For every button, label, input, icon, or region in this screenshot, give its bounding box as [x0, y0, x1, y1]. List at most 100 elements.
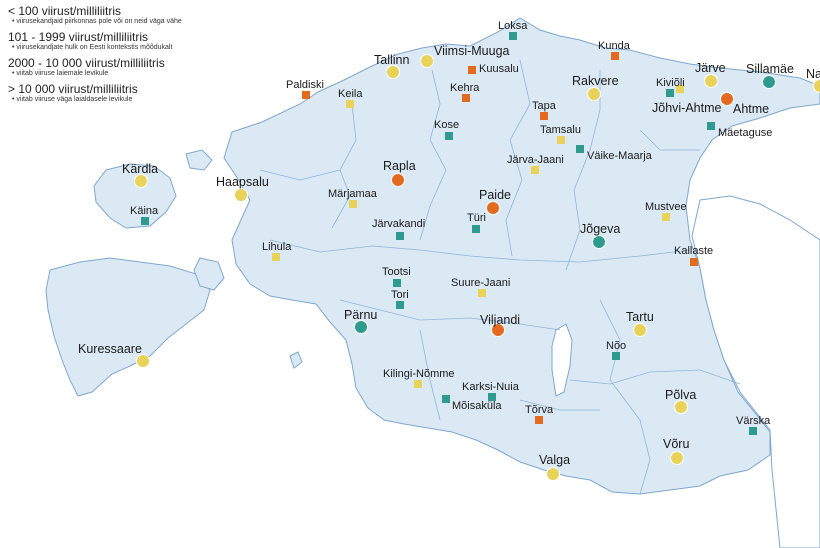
marker-m-etaguse [707, 122, 715, 130]
place-label-m-rjamaa: Märjamaa [328, 188, 377, 200]
place-label-tallinn: Tallinn [374, 53, 410, 67]
place-label-kallaste: Kallaste [674, 245, 714, 257]
legend: < 100 viirust/milliliitris viirusekandja… [0, 0, 196, 150]
place-label-kehra: Kehra [450, 82, 480, 94]
marker-kuusalu [468, 66, 476, 74]
marker-paide [486, 201, 500, 215]
legend-title: < 100 viirust/milliliitris [8, 4, 122, 18]
legend-title: > 10 000 viirust/milliliitris [8, 82, 138, 96]
place-label-valga: Valga [539, 453, 571, 467]
marker-haapsalu [234, 188, 248, 202]
place-label-karksi-nuia: Karksi-Nuia [462, 381, 519, 393]
marker-loksa [509, 32, 517, 40]
marker-kilingi-n-mme [414, 380, 422, 388]
marker-ahtme [720, 92, 734, 106]
place-label-tapa: Tapa [532, 100, 556, 112]
marker-tamsalu [557, 136, 565, 144]
marker-v-ike-maarja [576, 145, 584, 153]
marker-kivi-li [666, 89, 674, 97]
marker-rakvere [587, 87, 601, 101]
marker-kehra [462, 94, 470, 102]
marker-viimsi-muuga [420, 54, 434, 68]
place-label-viimsi-muuga: Viimsi-Muuga [434, 44, 510, 58]
marker-m-rjamaa [349, 200, 357, 208]
place-label-m-etaguse: Mäetaguse [718, 127, 773, 139]
place-label-kuusalu: Kuusalu [479, 63, 519, 75]
place-label-tartu: Tartu [626, 310, 654, 324]
place-label-p-lva: Põlva [665, 388, 697, 402]
marker-kose [445, 132, 453, 140]
place-label-viljandi: Viljandi [480, 313, 521, 327]
marker-j-geva [592, 235, 606, 249]
place-label-kilingi-n-mme: Kilingi-Nõmme [383, 368, 455, 380]
marker-v-rska [749, 427, 757, 435]
marker-t-rva [535, 416, 543, 424]
place-label-v-rska: Värska [736, 415, 771, 427]
legend-description: viirusekandjate hulk on Eesti kontekstis… [8, 44, 188, 52]
legend-entry-low: < 100 viirust/milliliitris viirusekandja… [8, 4, 188, 26]
place-label-haapsalu: Haapsalu [216, 175, 269, 189]
place-label-tori: Tori [391, 289, 409, 301]
place-label-p-rnu: Pärnu [344, 308, 378, 322]
marker-lihula [272, 253, 280, 261]
place-label-t-ri: Türi [467, 212, 486, 224]
marker-m-isak-la [442, 395, 450, 403]
legend-entry-wide: 2000 - 10 000 viirust/milliliitris viita… [8, 56, 188, 78]
marker-tallinn [386, 65, 400, 79]
marker-tapa [540, 112, 548, 120]
marker-rapla [391, 173, 405, 187]
place-label-k-ina: Käina [130, 205, 159, 217]
marker-p-rnu [354, 320, 368, 334]
vormsi-shape [185, 149, 213, 171]
place-label-n-o: Nõo [606, 340, 627, 352]
marker-paldiski [302, 91, 310, 99]
marker-kuressaare [136, 354, 150, 368]
marker-tori [396, 301, 404, 309]
marker-tootsi [393, 279, 401, 287]
marker-k-ina [141, 217, 149, 225]
legend-description: viirusekandjaid piirkonnas pole või on n… [8, 18, 188, 26]
place-label-k-rdla: Kärdla [122, 162, 159, 176]
place-label-j-rvakandi: Järvakandi [372, 218, 426, 230]
marker-valga [546, 467, 560, 481]
place-label-j-rva-jaani: Järva-Jaani [507, 154, 564, 166]
place-label-v-ru: Võru [663, 437, 690, 451]
place-label-loksa: Loksa [498, 20, 528, 32]
place-label-tootsi: Tootsi [382, 266, 411, 278]
marker-suure-jaani [478, 289, 486, 297]
place-label-keila: Keila [338, 88, 363, 100]
place-label-m-isak-la: Mõisaküla [452, 400, 502, 412]
place-label-kose: Kose [434, 119, 460, 131]
place-label-t-rva: Tõrva [525, 404, 554, 416]
marker-j-rvakandi [396, 232, 404, 240]
marker-kunda [611, 52, 619, 60]
place-label-paide: Paide [479, 188, 511, 202]
legend-title: 2000 - 10 000 viirust/milliliitris [8, 56, 165, 70]
place-label-ahtme: Ahtme [733, 102, 770, 116]
place-label-v-ike-maarja: Väike-Maarja [587, 150, 652, 162]
legend-title: 101 - 1999 viirust/milliliitris [8, 30, 149, 44]
place-label-lihula: Lihula [262, 241, 292, 253]
marker-p-lva [674, 400, 688, 414]
kihnu-shape [289, 351, 303, 369]
place-label-rapla: Rapla [383, 159, 416, 173]
place-label-tamsalu: Tamsalu [540, 124, 581, 136]
marker-tartu [633, 323, 647, 337]
marker-j-rve [704, 74, 718, 88]
place-label-j-rve: Järve [695, 61, 726, 75]
place-label-kivi-li: Kiviõli [656, 77, 685, 89]
marker-n-o [612, 352, 620, 360]
legend-description: viitab viiruse laiemale levikule [8, 70, 188, 78]
place-label-suure-jaani: Suure-Jaani [451, 277, 511, 289]
place-label-paldiski: Paldiski [286, 79, 324, 91]
marker-kallaste [690, 258, 698, 266]
legend-entry-very-wide: > 10 000 viirust/milliliitris viitab vii… [8, 82, 188, 104]
place-label-mustvee: Mustvee [645, 201, 687, 213]
place-label-j-hvi-ahtme: Jõhvi-Ahtme [652, 101, 722, 115]
place-label-sillam-e: Sillamäe [746, 62, 794, 76]
marker-v-ru [670, 451, 684, 465]
marker-mustvee [662, 213, 670, 221]
legend-entry-moderate: 101 - 1999 viirust/milliliitris viirusek… [8, 30, 188, 52]
place-label-kuressaare: Kuressaare [78, 342, 142, 356]
marker-keila [346, 100, 354, 108]
